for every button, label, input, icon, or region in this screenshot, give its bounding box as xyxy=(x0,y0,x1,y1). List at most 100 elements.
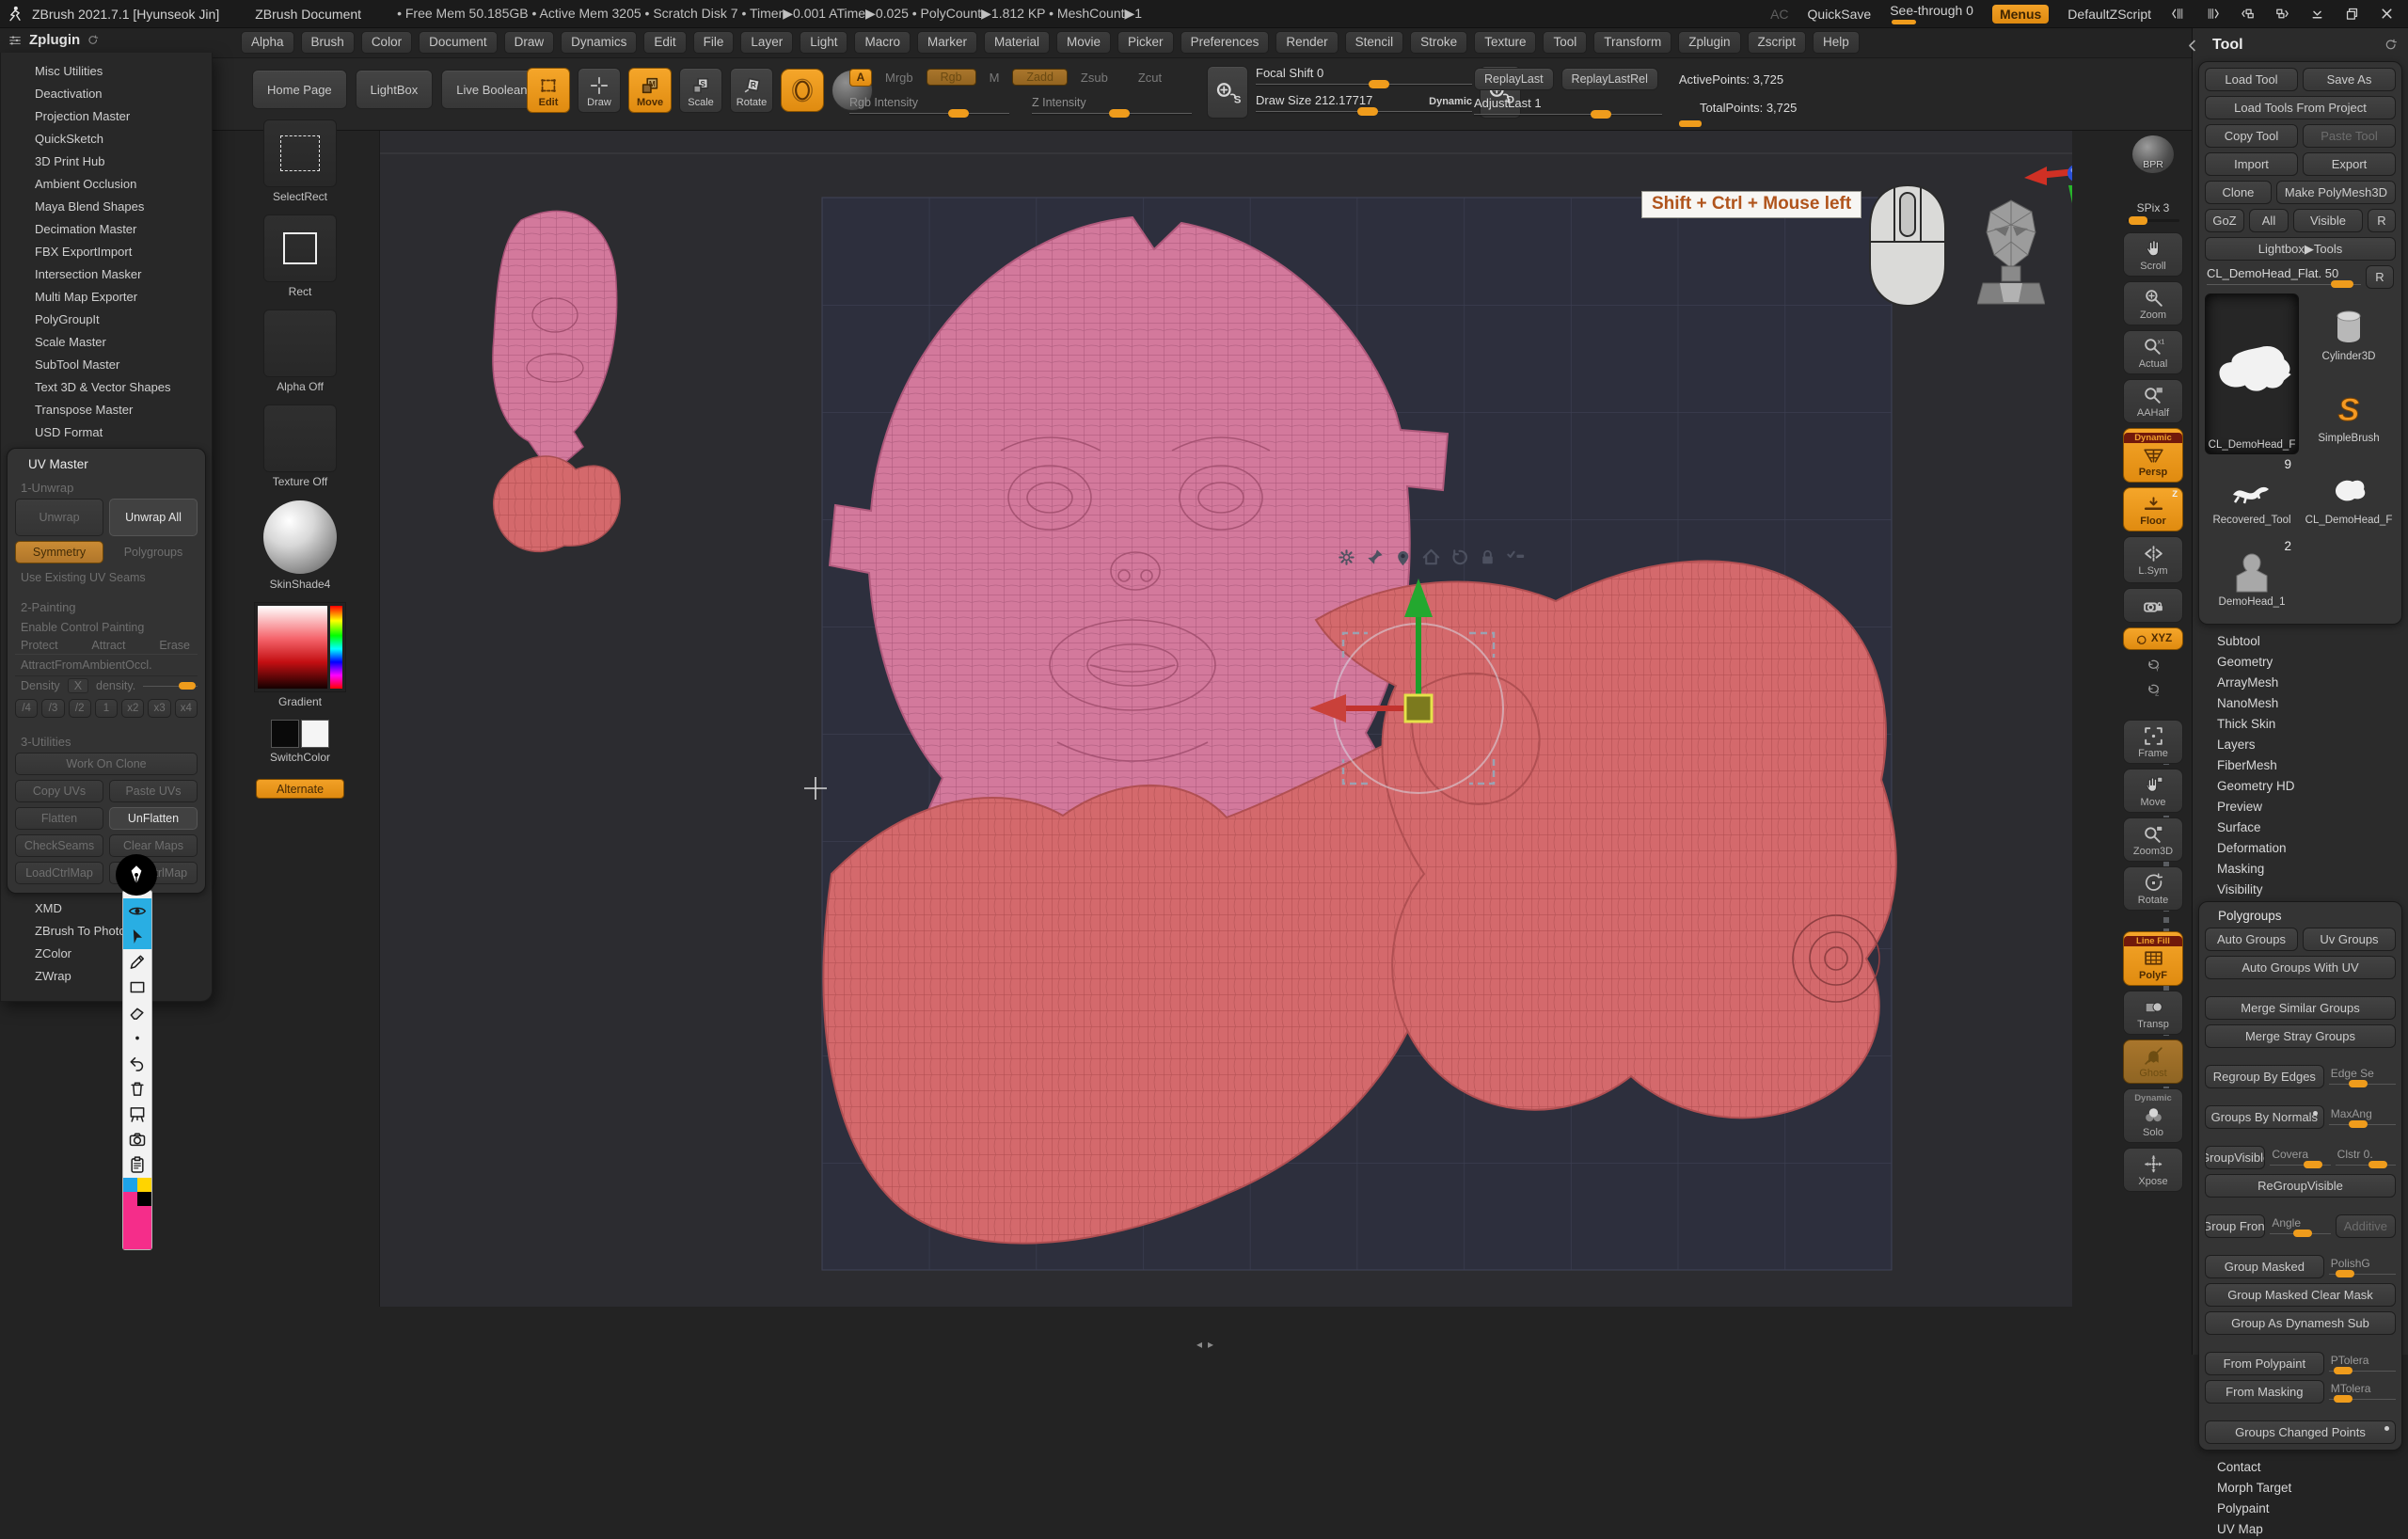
menu-item[interactable]: Color xyxy=(361,31,412,54)
menu-item[interactable]: Light xyxy=(800,31,848,54)
tool-thumbnail[interactable]: Cylinder3D xyxy=(2302,294,2396,373)
swatch-cyan[interactable] xyxy=(123,1178,137,1192)
auto-groups-button[interactable]: Auto Groups xyxy=(2205,928,2298,951)
density-division-button[interactable]: x4 xyxy=(175,699,198,718)
tool-thumbnail[interactable]: Recovered_Tool 9 xyxy=(2205,457,2299,536)
annotation-pen-badge[interactable] xyxy=(116,854,157,896)
zplugin-menu-item[interactable]: SubTool Master xyxy=(1,354,212,376)
gizmo-icon[interactable] xyxy=(1364,547,1386,568)
ptolerance-slider[interactable]: PTolera xyxy=(2329,1352,2396,1375)
group-visible-button[interactable]: GroupVisible xyxy=(2205,1146,2265,1169)
menu-item[interactable]: Marker xyxy=(917,31,977,54)
goz-button[interactable]: GoZ xyxy=(2205,209,2244,232)
menu-item[interactable]: Tool xyxy=(1543,31,1587,54)
menu-item[interactable]: Stroke xyxy=(1410,31,1467,54)
tool-section-header[interactable]: Surface xyxy=(2193,817,2408,837)
menu-item[interactable]: Material xyxy=(984,31,1050,54)
color-swatch-row2[interactable] xyxy=(123,1192,151,1206)
cluster-slider[interactable]: Clstr 0. xyxy=(2336,1146,2396,1169)
alpha-thumb[interactable] xyxy=(263,309,337,377)
menu-item[interactable]: Document xyxy=(419,31,498,54)
zsub-toggle[interactable]: Zsub xyxy=(1081,71,1108,85)
zplugin-menu-item[interactable]: Projection Master xyxy=(1,105,212,128)
zplugin-menu-item[interactable]: Decimation Master xyxy=(1,218,212,241)
erase-toggle[interactable]: Erase xyxy=(159,639,190,652)
zplugin-menu-item[interactable]: Text 3D & Vector Shapes xyxy=(1,376,212,399)
tool-section-header[interactable]: Contact xyxy=(2193,1456,2408,1477)
zplugin-menu-item[interactable]: USD Format xyxy=(1,421,212,444)
groups-changed-points-button[interactable]: Groups Changed Points xyxy=(2205,1420,2396,1444)
paste-tool-button[interactable]: Paste Tool xyxy=(2303,124,2396,148)
color-picker[interactable] xyxy=(254,602,346,692)
right-shelf-button[interactable]: Floor Z xyxy=(2123,487,2183,532)
uv-master-title[interactable]: UV Master xyxy=(15,455,198,477)
gizmo-icon[interactable] xyxy=(1449,547,1470,568)
tool-thumbnail[interactable]: CL_DemoHead_F xyxy=(2302,457,2396,536)
work-on-clone-button[interactable]: Work On Clone xyxy=(15,753,198,775)
right-shelf-button[interactable]: Transp xyxy=(2123,991,2183,1035)
close-icon[interactable] xyxy=(2379,6,2395,22)
density-division-button[interactable]: 1 xyxy=(95,699,118,718)
rotate-mode-button[interactable]: R Rotate xyxy=(730,68,773,113)
active-tool-slider[interactable]: CL_DemoHead_Flat. 50 xyxy=(2207,266,2361,288)
menu-item[interactable]: Render xyxy=(1275,31,1338,54)
zplugin-menu-item[interactable]: XMD xyxy=(1,897,212,920)
adjust-last-slider[interactable]: AdjustLast 1 xyxy=(1474,96,1662,119)
clone-button[interactable]: Clone xyxy=(2205,181,2272,204)
hue-strip[interactable] xyxy=(330,606,342,689)
checkseams-button[interactable]: CheckSeams xyxy=(15,834,103,857)
annotation-tool-icon[interactable] xyxy=(123,1000,151,1025)
tool-section-header[interactable]: Geometry HD xyxy=(2193,775,2408,796)
stroke-selectrect-thumb[interactable] xyxy=(263,119,337,187)
menu-item[interactable]: Transform xyxy=(1593,31,1671,54)
menu-item[interactable]: Macro xyxy=(854,31,911,54)
unflatten-button[interactable]: UnFlatten xyxy=(109,807,198,830)
m-toggle[interactable]: M xyxy=(990,71,1000,85)
scale-mode-button[interactable]: S Scale xyxy=(679,68,722,113)
gizmo-icon[interactable] xyxy=(1336,547,1357,568)
menu-item[interactable]: Brush xyxy=(301,31,355,54)
edge-smooth-slider[interactable]: Edge Se xyxy=(2329,1065,2396,1088)
density-division-button[interactable]: /4 xyxy=(15,699,38,718)
from-masking-button[interactable]: From Masking xyxy=(2205,1380,2324,1404)
draw-size-slider[interactable] xyxy=(1256,107,1472,117)
group-masked-button[interactable]: Group Masked xyxy=(2205,1255,2324,1278)
mrgb-toggle[interactable]: Mrgb xyxy=(885,71,913,85)
gizmo-icon[interactable] xyxy=(1420,547,1442,568)
annotation-tool-icon[interactable] xyxy=(123,1076,151,1102)
merge-stray-groups-button[interactable]: Merge Stray Groups xyxy=(2205,1024,2396,1048)
home-page-button[interactable]: Home Page xyxy=(252,70,347,109)
uv-groups-button[interactable]: Uv Groups xyxy=(2303,928,2396,951)
main-color-swatch[interactable] xyxy=(271,720,299,748)
menu-item[interactable]: Zplugin xyxy=(1678,31,1740,54)
density-slider[interactable] xyxy=(143,682,198,690)
tool-r-button[interactable]: R xyxy=(2366,265,2394,289)
zplugin-menu-item[interactable]: Deactivation xyxy=(1,83,212,105)
zplugin-menu-item[interactable]: Misc Utilities xyxy=(1,60,212,83)
lightbox-button[interactable]: LightBox xyxy=(356,70,434,109)
dock-left-icon[interactable] xyxy=(2170,6,2186,22)
density-division-button[interactable]: /2 xyxy=(69,699,91,718)
right-shelf-button[interactable]: Move xyxy=(2123,769,2183,813)
gizmo-icon[interactable] xyxy=(1477,547,1498,568)
zplugin-menu-item[interactable]: QuickSketch xyxy=(1,128,212,151)
move-mode-button[interactable]: M Move xyxy=(628,68,672,113)
dock-right-icon[interactable] xyxy=(2205,6,2221,22)
right-shelf-button[interactable]: Y xyxy=(2123,655,2183,674)
density-division-button[interactable]: x2 xyxy=(121,699,144,718)
menu-item[interactable]: Draw xyxy=(504,31,555,54)
mtolerance-slider[interactable]: MTolera xyxy=(2329,1380,2396,1404)
zplugin-menu-item[interactable]: ZWrap xyxy=(1,965,212,988)
export-button[interactable]: Export xyxy=(2303,152,2396,176)
groups-by-normals-button[interactable]: Groups By Normals xyxy=(2205,1105,2324,1129)
zadd-toggle[interactable]: Zadd xyxy=(1012,69,1068,86)
flatten-button[interactable]: Flatten xyxy=(15,807,103,830)
polygroups-toggle[interactable]: Polygroups xyxy=(109,541,198,563)
menu-item[interactable]: File xyxy=(693,31,735,54)
annotation-tool-icon[interactable] xyxy=(123,1152,151,1178)
zplugin-menu-item[interactable]: Transpose Master xyxy=(1,399,212,421)
attract-from-ao-button[interactable]: AttractFromAmbientOccl. xyxy=(15,654,198,676)
additive-toggle[interactable]: Additive xyxy=(2336,1214,2396,1238)
save-as-button[interactable]: Save As xyxy=(2303,68,2396,91)
quicksave-button[interactable]: QuickSave xyxy=(1808,7,1872,22)
